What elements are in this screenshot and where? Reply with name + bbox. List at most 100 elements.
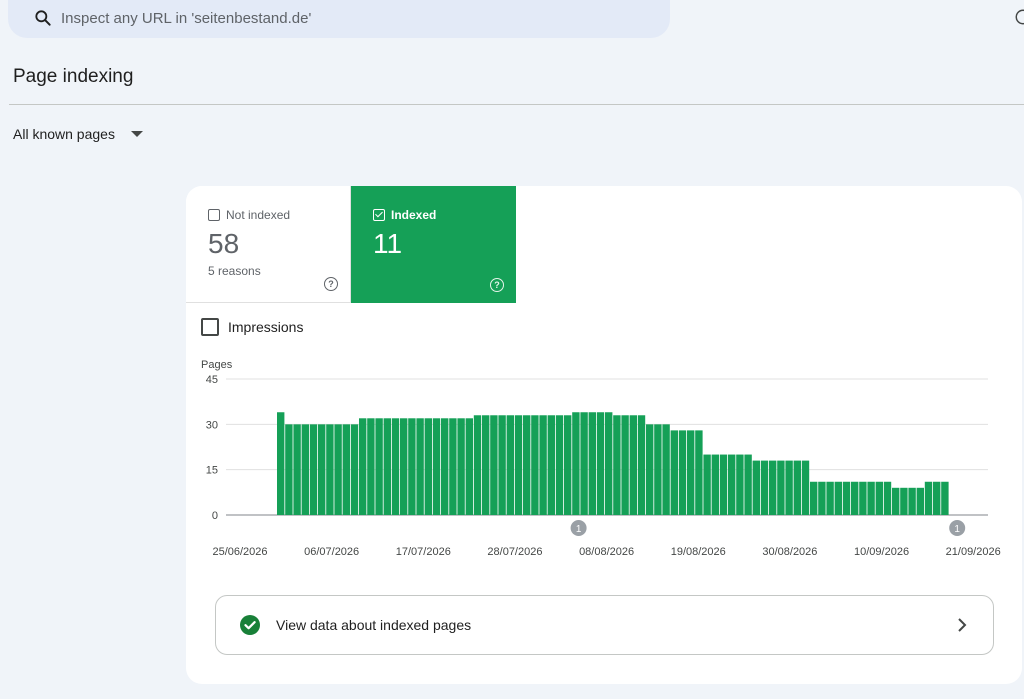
bar (646, 424, 654, 515)
y-tick-label: 0 (212, 510, 218, 522)
bar (564, 415, 572, 515)
not-indexed-label: Not indexed (226, 208, 291, 222)
bar (859, 481, 867, 515)
bar (924, 481, 933, 515)
bar (449, 418, 457, 515)
bar (580, 412, 588, 515)
bar (654, 424, 662, 515)
bar (285, 424, 293, 515)
y-tick-label: 15 (206, 465, 218, 477)
bar (801, 460, 810, 515)
bar (670, 430, 678, 515)
bar (629, 415, 637, 515)
x-tick-label: 30/08/2026 (762, 546, 817, 558)
x-tick-label: 06/07/2026 (304, 546, 359, 558)
not-indexed-count: 58 (208, 228, 240, 259)
bar (703, 454, 711, 515)
bar (391, 418, 400, 515)
bar (875, 481, 883, 515)
bar (605, 412, 613, 515)
impressions-label: Impressions (228, 319, 304, 335)
bar (596, 412, 605, 515)
not-indexed-tile[interactable]: Not indexed 58 5 reasons ? (186, 186, 351, 303)
caret-down-icon (130, 131, 143, 137)
bar (842, 481, 851, 515)
search-input[interactable] (61, 6, 641, 30)
bar (621, 415, 629, 515)
bar (777, 460, 785, 515)
chevron-right-icon (958, 618, 967, 632)
bar (810, 481, 818, 515)
bar (514, 415, 523, 515)
y-tick-label: 30 (206, 419, 218, 431)
x-tick-label: 17/07/2026 (396, 546, 451, 558)
bar (523, 415, 531, 515)
bar (367, 418, 375, 515)
x-tick-label: 21/09/2026 (946, 546, 1001, 558)
help-icon[interactable] (1014, 8, 1024, 26)
divider (9, 104, 1024, 105)
bar (785, 460, 793, 515)
x-tick-label: 28/07/2026 (487, 546, 542, 558)
indexing-card: Not indexed 58 5 reasons ? Indexed 11 ? … (186, 186, 1022, 684)
bar (506, 415, 514, 515)
bar (539, 415, 547, 515)
bar (432, 418, 441, 515)
bar (687, 430, 695, 515)
x-tick-label: 10/09/2026 (854, 546, 909, 558)
bar (752, 460, 760, 515)
impressions-toggle[interactable]: Impressions (201, 318, 303, 336)
bar (572, 412, 580, 515)
check-circle-icon (240, 615, 260, 635)
bar (851, 481, 859, 515)
bar (441, 418, 449, 515)
bar (867, 481, 875, 515)
bar (408, 418, 416, 515)
view-indexed-pages-link[interactable]: View data about indexed pages (215, 595, 994, 655)
indexed-label: Indexed (391, 208, 437, 222)
bar (941, 481, 949, 515)
checkbox-icon (208, 209, 220, 221)
bar (711, 454, 719, 515)
bar (933, 481, 941, 515)
bar (760, 460, 769, 515)
bar (892, 487, 900, 515)
bar (883, 481, 892, 515)
bar (719, 454, 728, 515)
search-icon (35, 10, 51, 26)
bar (736, 454, 744, 515)
y-axis-label: Pages (201, 359, 233, 371)
bar (334, 424, 342, 515)
filter-label: All known pages (13, 126, 115, 142)
not-indexed-reasons: 5 reasons (208, 264, 261, 278)
x-tick-label: 08/08/2026 (579, 546, 634, 558)
help-icon[interactable]: ? (324, 277, 338, 291)
bar (424, 418, 432, 515)
pages-filter-dropdown[interactable]: All known pages (13, 126, 143, 142)
bar (350, 424, 359, 515)
bar (416, 418, 424, 515)
bar (613, 415, 621, 515)
bar (793, 460, 801, 515)
view-indexed-pages-label: View data about indexed pages (276, 617, 472, 633)
bar (818, 481, 826, 515)
y-tick-label: 45 (206, 374, 218, 386)
bar (342, 424, 350, 515)
page-title: Page indexing (13, 66, 134, 87)
search-bar[interactable] (8, 0, 670, 38)
annotation-label: 1 (954, 524, 960, 535)
bar (908, 487, 916, 515)
bar (326, 424, 334, 515)
bar (834, 481, 842, 515)
bar (744, 454, 752, 515)
bar (400, 418, 408, 515)
bar (728, 454, 736, 515)
bar (490, 415, 498, 515)
help-icon[interactable]: ? (490, 278, 504, 292)
bar (637, 415, 646, 515)
bar (588, 412, 596, 515)
indexed-tile[interactable]: Indexed 11 ? (351, 186, 516, 303)
bar (531, 415, 539, 515)
bar (555, 415, 564, 515)
bar (916, 487, 924, 515)
